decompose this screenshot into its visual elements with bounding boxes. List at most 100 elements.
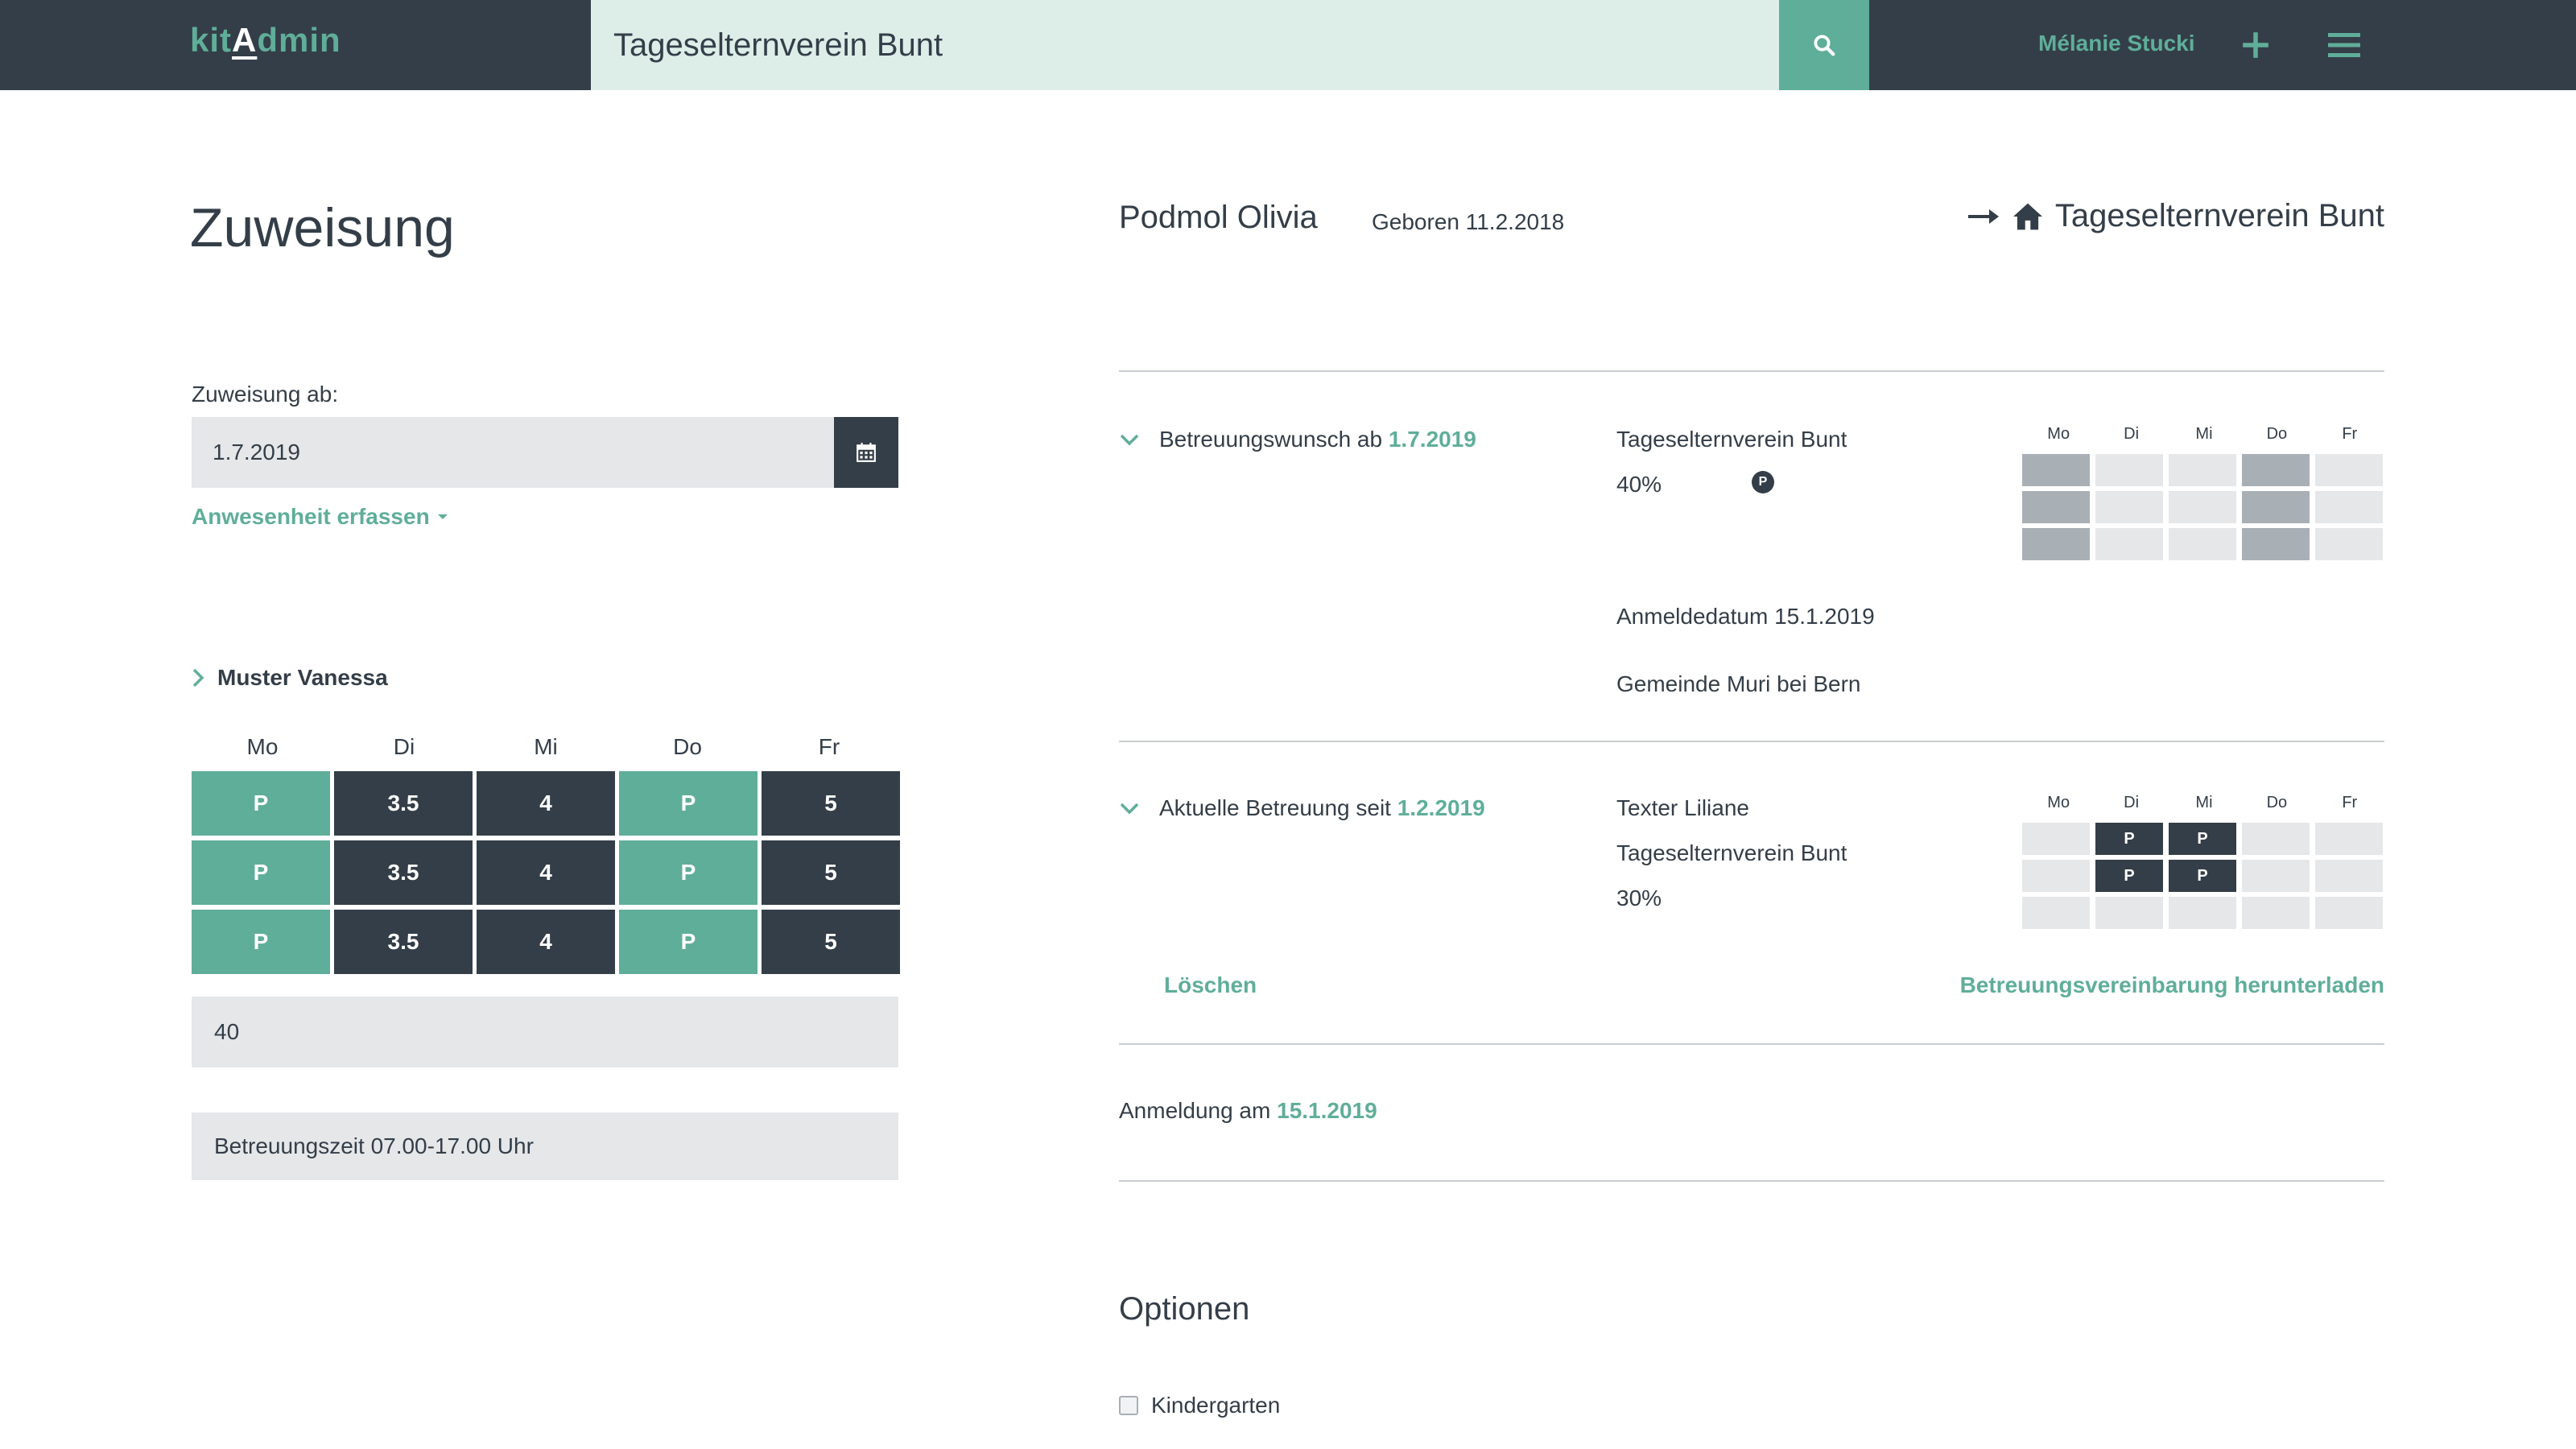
home-icon (2013, 203, 2042, 229)
weekday-header: Mo Di Mi Do Fr (192, 734, 900, 760)
care-wish-schedule-cell (2022, 528, 2090, 560)
schedule-cell[interactable]: 4 (477, 910, 615, 974)
schedule-cell[interactable]: 4 (477, 840, 615, 905)
arrow-right-icon (1967, 208, 1999, 224)
schedule-cell[interactable]: P (192, 771, 330, 836)
care-wish-schedule-cell (2022, 491, 2090, 523)
download-agreement-link[interactable]: Betreuungsvereinbarung herunterladen (1960, 972, 2384, 998)
care-wish-institution: Tageselternverein Bunt (1616, 427, 1847, 452)
delete-link[interactable]: Löschen (1164, 972, 1257, 998)
care-wish-weekday-header: Mo Di Mi Do Fr (2022, 425, 2386, 444)
weekday-label: Do (2266, 425, 2288, 443)
kindergarten-option[interactable]: Kindergarten (1119, 1393, 1280, 1418)
schedule-cell[interactable]: 5 (762, 771, 900, 836)
options-title: Optionen (1119, 1291, 1250, 1327)
weekday-label: Di (2124, 794, 2140, 811)
weekday-label: Mo (246, 734, 279, 759)
record-attendance-link[interactable]: Anwesenheit erfassen (192, 504, 449, 530)
schedule-cell[interactable]: 5 (762, 840, 900, 905)
search-button[interactable] (1779, 0, 1869, 90)
record-attendance-label: Anwesenheit erfassen (192, 504, 430, 529)
care-wish-schedule-cell (2095, 454, 2163, 486)
registration-date: Anmeldedatum 15.1.2019 (1616, 604, 1875, 629)
care-time-field: Betreuungszeit 07.00-17.00 Uhr (192, 1113, 898, 1180)
registration-info: Anmeldung am 15.1.2019 (1119, 1098, 1377, 1124)
schedule-cell[interactable]: P (619, 910, 758, 974)
schedule-cell[interactable]: P (619, 840, 758, 905)
care-wish-schedule-cell (2095, 491, 2163, 523)
kindergarten-checkbox[interactable] (1119, 1396, 1138, 1415)
parking-badge-icon: P (1752, 471, 1774, 493)
weekday-label: Mo (2047, 794, 2070, 811)
search-icon (1814, 35, 1835, 56)
current-care-schedule-cell (2022, 897, 2090, 929)
care-wish-schedule-cell (2095, 528, 2163, 560)
caret-down-icon (437, 514, 448, 519)
schedule-cell[interactable]: P (619, 771, 758, 836)
current-care-weekday-header: Mo Di Mi Do Fr (2022, 794, 2386, 812)
plus-icon (2243, 32, 2268, 58)
care-wish-schedule-cell (2315, 454, 2383, 486)
kitadmin-logo[interactable]: kitAdmin (190, 21, 341, 60)
care-wish-schedule-cell (2315, 528, 2383, 560)
weekday-label: Mi (534, 734, 558, 759)
user-name-link[interactable]: Mélanie Stucki (2038, 31, 2195, 56)
weekday-label: Mi (2195, 794, 2213, 811)
logo-text-cap: A (232, 21, 258, 59)
care-wish-schedule-cell (2242, 491, 2310, 523)
municipality: Gemeinde Muri bei Bern (1616, 671, 1861, 696)
current-care-schedule-cell (2169, 897, 2236, 929)
divider (1119, 370, 2384, 372)
care-wish-schedule-cell (2169, 491, 2236, 523)
schedule-cell[interactable]: P (192, 910, 330, 974)
care-wish-label: Betreuungswunsch ab (1159, 427, 1383, 452)
hamburger-menu-button[interactable] (2322, 24, 2367, 66)
add-button[interactable] (2235, 24, 2277, 66)
weekday-label: Di (393, 734, 415, 759)
assignment-date-input[interactable] (192, 417, 836, 488)
weekday-label: Do (673, 734, 702, 759)
care-wish-toggle[interactable]: Betreuungswunsch ab 1.7.2019 (1119, 427, 1476, 452)
page-title: Zuweisung (190, 197, 455, 258)
schedule-cell[interactable]: 4 (477, 771, 615, 836)
search-input[interactable] (591, 0, 1779, 90)
schedule-cell[interactable]: 3.5 (334, 840, 473, 905)
current-care-schedule-cell: P (2095, 860, 2163, 892)
weekday-label: Mo (2047, 425, 2070, 443)
current-care-schedule-cell: P (2169, 823, 2236, 855)
current-care-label: Aktuelle Betreuung seit (1159, 795, 1391, 820)
current-care-schedule-cell (2242, 897, 2310, 929)
weekday-label: Fr (2342, 425, 2358, 443)
assignment-date-label: Zuweisung ab: (192, 382, 339, 407)
care-wish-schedule-cell (2169, 528, 2236, 560)
hamburger-menu-icon (2328, 33, 2360, 57)
current-care-schedule-cell (2022, 860, 2090, 892)
care-wish-schedule-cell (2242, 454, 2310, 486)
divider (1119, 741, 2384, 742)
weekday-label: Fr (818, 734, 840, 759)
calendar-button[interactable] (834, 417, 898, 488)
divider (1119, 1180, 2384, 1182)
current-care-toggle[interactable]: Aktuelle Betreuung seit 1.2.2019 (1119, 795, 1485, 821)
schedule-cell[interactable]: 3.5 (334, 771, 473, 836)
current-care-schedule-cell (2315, 897, 2383, 929)
schedule-cell[interactable]: P (192, 840, 330, 905)
caregiver-toggle[interactable]: Muster Vanessa (192, 665, 388, 691)
registration-label: Anmeldung am (1119, 1098, 1271, 1123)
caregiver-name: Muster Vanessa (217, 665, 388, 690)
schedule-cell[interactable]: 5 (762, 910, 900, 974)
current-care-schedule-cell: P (2095, 823, 2163, 855)
care-wish-schedule-cell (2315, 491, 2383, 523)
chevron-down-icon (1120, 434, 1139, 446)
current-care-schedule-cell: P (2169, 860, 2236, 892)
current-care-percent: 30% (1616, 886, 1662, 910)
care-wish-schedule-cell (2022, 454, 2090, 486)
current-care-schedule-cell (2095, 897, 2163, 929)
care-wish-schedule-cell (2169, 454, 2236, 486)
institution-link[interactable]: Tageselternverein Bunt (1967, 198, 2384, 234)
current-care-date: 1.2.2019 (1397, 795, 1485, 820)
top-navigation-bar: kitAdmin Mélanie Stucki (0, 0, 2576, 90)
registration-date-link[interactable]: 15.1.2019 (1277, 1098, 1377, 1123)
current-caregiver: Texter Liliane (1616, 795, 1749, 820)
schedule-cell[interactable]: 3.5 (334, 910, 473, 974)
